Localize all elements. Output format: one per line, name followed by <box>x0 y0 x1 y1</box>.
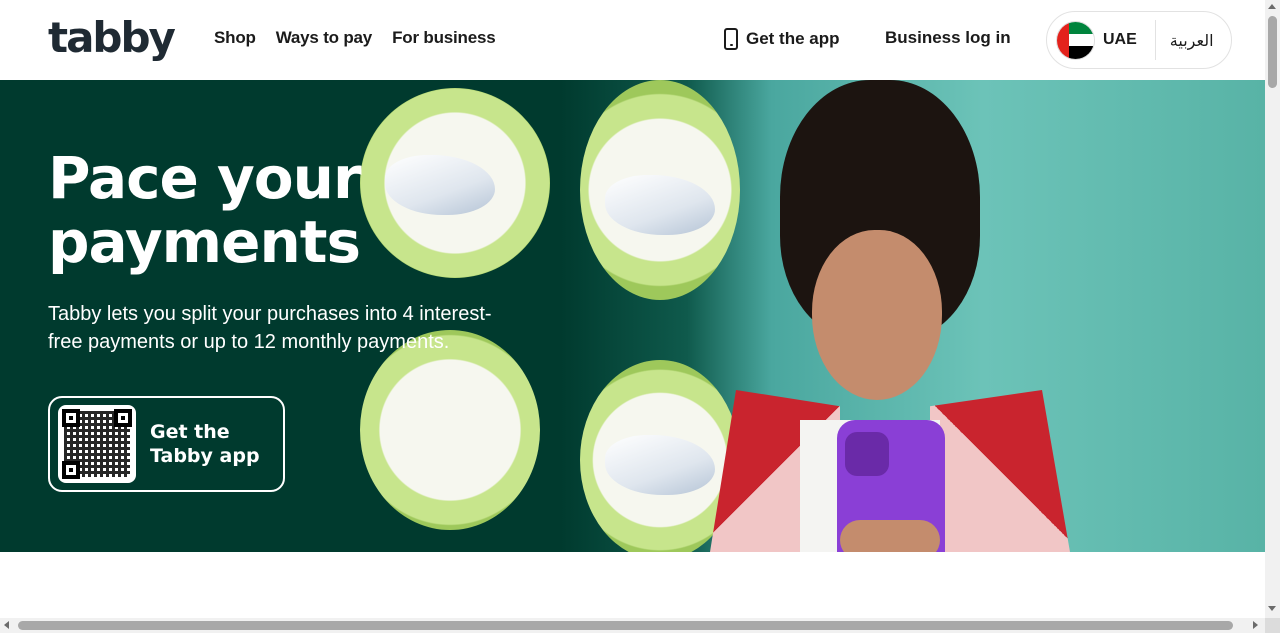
region-language-switcher: UAE العربية <box>1046 11 1232 69</box>
get-the-app-label: Get the app <box>746 29 840 48</box>
cta-label-line1: Get the <box>150 421 230 443</box>
vertical-scrollbar[interactable] <box>1265 0 1280 618</box>
phone-icon <box>724 28 738 50</box>
get-tabby-app-button[interactable]: Get the Tabby app <box>48 396 285 492</box>
region-code[interactable]: UAE <box>1103 31 1137 49</box>
scroll-up-arrow-icon[interactable] <box>1268 4 1276 9</box>
get-the-app-link[interactable]: Get the app <box>724 28 840 50</box>
cta-label-line2: Tabby app <box>150 445 260 467</box>
hero-subtext: Tabby lets you split your purchases into… <box>48 303 492 353</box>
hero-headline: Pace your payments <box>48 144 362 276</box>
nav-shop[interactable]: Shop <box>214 28 256 48</box>
qr-code-icon <box>58 405 136 483</box>
shoe-display-ring <box>360 330 540 530</box>
main-nav: Shop Ways to pay For business <box>214 28 496 48</box>
divider <box>1154 20 1156 60</box>
scroll-down-arrow-icon[interactable] <box>1268 606 1276 611</box>
hero-banner: Pace your payments Tabby lets you split … <box>0 80 1265 552</box>
scroll-right-arrow-icon[interactable] <box>1253 621 1258 629</box>
model-hand <box>840 520 940 552</box>
business-login-link[interactable]: Business log in <box>885 28 1011 48</box>
uae-flag-icon[interactable] <box>1056 20 1095 60</box>
site-header: tabby Shop Ways to pay For business Get … <box>0 0 1265 80</box>
language-toggle[interactable]: العربية <box>1170 31 1214 50</box>
scroll-left-arrow-icon[interactable] <box>4 621 9 629</box>
horizontal-scroll-thumb[interactable] <box>18 621 1233 630</box>
scrollbar-corner <box>1265 618 1280 633</box>
nav-for-business[interactable]: For business <box>392 28 496 48</box>
phone-camera <box>845 432 889 476</box>
cta-label: Get the Tabby app <box>150 420 260 468</box>
tabby-logo[interactable]: tabby <box>48 14 176 62</box>
model-face <box>812 230 942 400</box>
vertical-scroll-thumb[interactable] <box>1268 16 1277 88</box>
nav-ways-to-pay[interactable]: Ways to pay <box>276 28 373 48</box>
